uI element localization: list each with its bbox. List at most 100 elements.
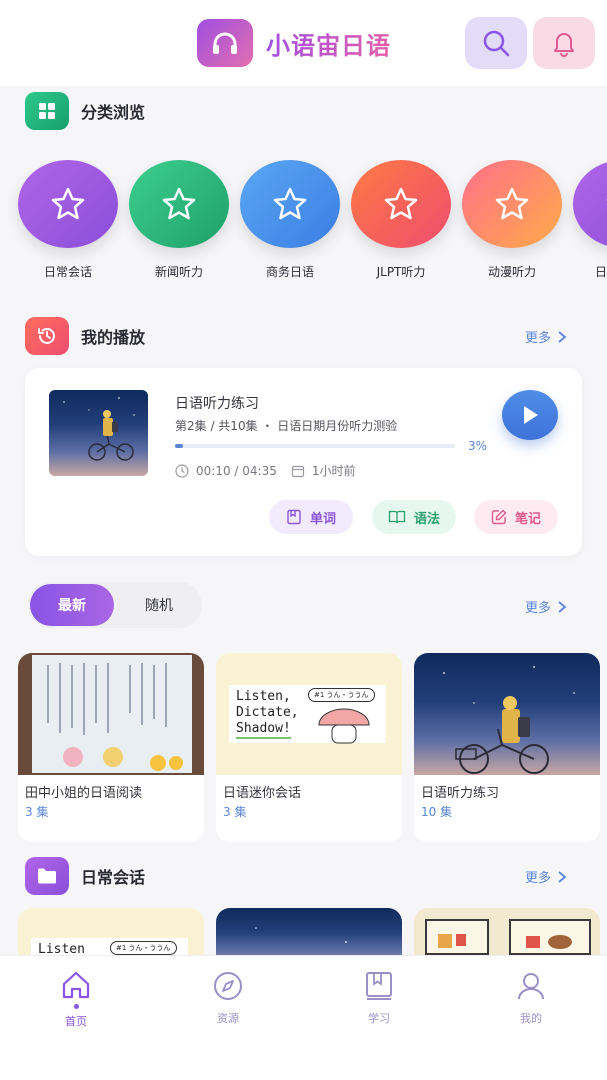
star-icon [573,160,607,248]
more-label: 更多 [524,331,551,346]
episode-thumbnail [49,390,148,476]
search-button[interactable] [465,17,527,69]
album-title: 日语迷你会话 [223,786,302,801]
category-list: 日常会话 新闻听力 商务日语 JLPT听力 动漫听力 日 [0,160,607,290]
star-icon [18,160,118,248]
book-icon [366,972,392,1000]
more-label: 更多 [524,871,551,886]
nav-label: 我的 [520,1012,542,1025]
app-screen: 小语宙日语 分类浏览 日常会话 新闻听力 商务日语 JLPT听力 动漫听力 日 … [0,0,607,1080]
sort-toggle: 最新 随机 [28,582,202,628]
nav-label: 首页 [65,1015,87,1028]
category-daily-conversation[interactable]: 日常会话 [18,160,118,280]
episode-count: 3 集 [25,805,49,819]
search-icon [483,30,510,57]
cover-text: Listen, Dictate, Shadow! [236,689,299,739]
category-label: 商务日语 [265,265,314,279]
tab-latest[interactable]: 最新 [30,584,114,626]
app-header: 小语宙日语 [0,0,607,86]
album-cover [414,653,600,775]
home-icon [62,971,90,999]
edit-icon [491,509,507,525]
categories-header: 分类浏览 [25,92,145,130]
album-card[interactable]: 日语听力练习 10 集 [414,653,600,842]
category-jlpt-listening[interactable]: JLPT听力 [351,160,451,280]
playback-more-link[interactable]: 更多 [525,327,567,346]
episode-count: 3 集 [223,805,247,819]
episode-title: 日语听力练习 [175,396,259,412]
album-cover [18,653,204,775]
nav-study[interactable]: 学习 [339,970,419,1026]
last-played: 1小时前 [311,464,356,478]
daily-more-link[interactable]: 更多 [525,867,567,886]
chevron-right-icon [558,870,567,883]
tab-random[interactable]: 随机 [120,584,198,626]
star-icon [129,160,229,248]
chip-label: 单词 [309,511,336,527]
now-playing-card[interactable]: 日语听力练习 第2集 / 共10集 ・ 日语日期月份听力测验 3% 00:10 … [25,368,582,556]
vocabulary-button[interactable]: 单词 [269,500,353,534]
album-cover: Listen, Dictate, Shadow! #1 うん・ううん [216,653,402,775]
category-more[interactable]: 日 [573,160,607,280]
active-dot [73,1004,79,1009]
episode-count: 10 集 [421,805,453,819]
bell-icon [554,33,574,57]
mushroom-character [318,708,370,744]
category-news-listening[interactable]: 新闻听力 [129,160,229,280]
category-label: 日常会话 [43,265,92,279]
star-icon [351,160,451,248]
star-icon [462,160,562,248]
cover-line: Dictate, [236,705,299,720]
grammar-button[interactable]: 语法 [372,500,456,534]
category-label: 新闻听力 [154,265,203,279]
compass-icon [214,972,242,1000]
chip-label: 笔记 [514,511,541,527]
speech-bubble: #1 うん・ううん [308,688,375,702]
notes-button[interactable]: 笔记 [474,500,558,534]
album-card[interactable]: Listen, Dictate, Shadow! #1 うん・ううん 日语迷你会… [216,653,402,842]
nav-label: 学习 [368,1012,390,1025]
nav-profile[interactable]: 我的 [491,970,571,1026]
album-title: 日语听力练习 [421,786,500,801]
clock-icon [175,463,189,478]
category-label: 动漫听力 [487,265,536,279]
cover-line: Shadow! [236,721,291,739]
open-book-icon [388,510,406,524]
calendar-icon [291,465,304,477]
latest-more-link[interactable]: 更多 [525,597,567,616]
progress-percent: 3% [468,439,488,453]
album-card[interactable]: 田中小姐的日语阅读 3 集 [18,653,204,842]
brand: 小语宙日语 [197,19,391,67]
speech-bubble: #1 うん・ううん [110,941,177,955]
user-icon [518,973,544,1000]
playback-time: 00:10 / 04:35 [196,463,277,478]
daily-conversation-header: 日常会话 [25,857,145,895]
nav-resources[interactable]: 资源 [188,970,268,1026]
more-label: 更多 [524,601,551,616]
album-title: 田中小姐的日语阅读 [25,786,143,801]
category-label: JLPT听力 [376,265,426,279]
chip-label: 语法 [413,511,440,527]
episode-subtitle: 第2集 / 共10集 ・ 日语日期月份听力测验 [175,419,398,433]
category-business-japanese[interactable]: 商务日语 [240,160,340,280]
section-title: 日常会话 [81,868,146,887]
grid-icon [25,92,69,130]
chevron-right-icon [558,600,567,613]
nav-label: 资源 [217,1012,239,1025]
notifications-button[interactable] [533,17,595,69]
headphones-icon [197,19,253,67]
star-icon [240,160,340,248]
progress-bar[interactable] [175,444,455,448]
episode-meta: 00:10 / 04:35 1小时前 [175,462,355,479]
app-title: 小语宙日语 [266,26,391,61]
section-title: 分类浏览 [81,103,146,122]
category-anime-listening[interactable]: 动漫听力 [462,160,562,280]
history-icon [25,317,69,355]
folder-icon [25,857,69,895]
play-button[interactable] [502,390,558,440]
playback-header: 我的播放 [25,317,145,355]
nav-home[interactable]: 首页 [36,970,116,1029]
bottom-navigation: 首页 资源 学习 我的 [0,955,607,1080]
section-title: 我的播放 [81,328,146,347]
category-label: 日 [595,265,607,279]
